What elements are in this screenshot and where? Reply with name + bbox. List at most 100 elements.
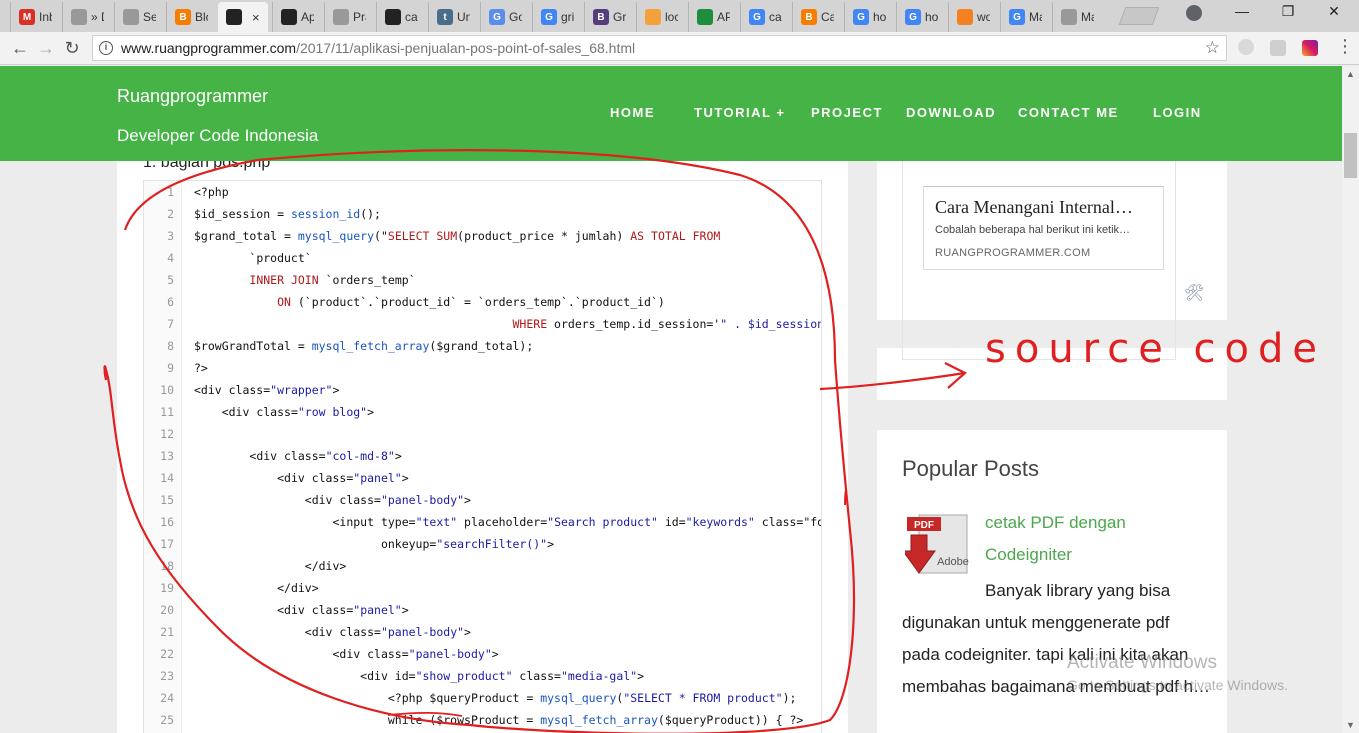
nav-download[interactable]: DOWNLOAD	[906, 105, 996, 120]
code-text: WHERE orders_temp.id_session='" . $id_se…	[512, 317, 822, 331]
tab-title: cal	[405, 10, 418, 24]
scroll-thumb[interactable]	[1344, 133, 1357, 178]
tab-title: ho	[873, 10, 886, 24]
tab-favicon-icon	[957, 9, 973, 25]
popular-post-link-line-2[interactable]: Codeigniter	[985, 545, 1072, 565]
browser-menu-icon[interactable]: ⋮	[1336, 36, 1354, 57]
reload-icon[interactable]: ↻	[60, 36, 84, 60]
extension-icon-1[interactable]	[1238, 39, 1254, 55]
browser-tab[interactable]: » D	[62, 2, 104, 32]
tab-title: Ma	[1081, 10, 1094, 24]
address-bar[interactable]: i www.ruangprogrammer.com/2017/11/aplika…	[92, 35, 1227, 61]
popular-post-link-line-1[interactable]: cetak PDF dengan	[985, 513, 1126, 533]
code-text: <div class="panel">	[277, 603, 409, 617]
site-header: Ruangprogrammer Developer Code Indonesia…	[0, 66, 1342, 161]
code-text: onkeyup="searchFilter()">	[380, 537, 555, 551]
profile-icon[interactable]	[1186, 5, 1202, 21]
nav-home[interactable]: HOME	[610, 105, 655, 120]
nav-project[interactable]: PROJECT	[811, 105, 883, 120]
browser-tab[interactable]: Gcai	[740, 2, 782, 32]
browser-tab[interactable]: Gho	[896, 2, 938, 32]
tab-favicon-icon: B	[593, 9, 609, 25]
site-tagline: Developer Code Indonesia	[117, 126, 319, 145]
line-number: 8	[167, 339, 174, 353]
new-tab-button[interactable]	[1118, 7, 1160, 25]
forward-icon[interactable]: →	[34, 36, 58, 60]
ad-title[interactable]: Cara Menangani Internal…	[935, 197, 1133, 218]
url-path: /2017/11/aplikasi-penjualan-pos-point-of…	[296, 40, 636, 56]
code-line: 2 $id_session = session_id();	[144, 203, 821, 225]
tab-favicon-icon	[385, 9, 401, 25]
code-line: 24 <?php $queryProduct = mysql_query("SE…	[144, 687, 821, 709]
code-text: <div class="panel-body">	[332, 647, 499, 661]
line-number: 20	[160, 603, 174, 617]
code-line: 23 <div id="show_product" class="media-g…	[144, 665, 821, 687]
code-text: <div class="col-md-8">	[249, 449, 402, 463]
close-window-button[interactable]: ✕	[1314, 3, 1354, 23]
browser-tab[interactable]: Ggri	[532, 2, 574, 32]
line-number: 22	[160, 647, 174, 661]
line-number: 18	[160, 559, 174, 573]
code-text: ON (`product`.`product_id` = `orders_tem…	[277, 295, 665, 309]
browser-tab[interactable]: Ma	[1052, 2, 1094, 32]
browser-toolbar: ← → ↻ i www.ruangprogrammer.com/2017/11/…	[0, 32, 1359, 65]
code-line: 19 </div>	[144, 577, 821, 599]
code-line: 21 <div class="panel-body">	[144, 621, 821, 643]
browser-tab[interactable]: Ap	[272, 2, 314, 32]
code-text: <div class="panel-body">	[304, 493, 471, 507]
tab-title: loc	[665, 10, 678, 24]
nav-tutorial[interactable]: TUTORIAL +	[694, 105, 785, 120]
browser-tab[interactable]: loc	[636, 2, 678, 32]
scroll-down-arrow-icon[interactable]: ▼	[1342, 717, 1359, 733]
minimize-button[interactable]: —	[1222, 3, 1262, 23]
browser-tab[interactable]: G Ma	[1000, 2, 1042, 32]
browser-tab[interactable]: t Un	[428, 2, 470, 32]
back-icon[interactable]: ←	[8, 36, 32, 60]
site-title[interactable]: Ruangprogrammer	[117, 86, 268, 107]
code-text: ?>	[194, 361, 208, 375]
browser-tab[interactable]: B Blc	[166, 2, 208, 32]
browser-tab[interactable]: Gho	[844, 2, 886, 32]
code-line: 22 <div class="panel-body">	[144, 643, 821, 665]
browser-tab[interactable]: AP	[688, 2, 730, 32]
line-number: 21	[160, 625, 174, 639]
browser-tab[interactable]: wo	[948, 2, 990, 32]
browser-tab[interactable]: B Ca	[792, 2, 834, 32]
browser-tab[interactable]: cal	[376, 2, 418, 32]
tab-title: Un	[457, 10, 470, 24]
tab-title: Blc	[195, 10, 208, 24]
ad-tools-icon[interactable]: 🛠	[1184, 283, 1204, 303]
tab-title: cai	[769, 10, 782, 24]
code-text: $grand_total = mysql_query("SELECT SUM(p…	[194, 229, 721, 243]
popular-post-excerpt-line-1: Banyak library yang bisa	[985, 581, 1171, 600]
tab-favicon-icon: G	[541, 9, 557, 25]
browser-tab[interactable]: ×	[218, 2, 268, 32]
tab-title: AP	[717, 10, 730, 24]
browser-tab[interactable]: M Inb	[10, 2, 52, 32]
bookmark-star-icon[interactable]: ☆	[1205, 38, 1220, 58]
browser-tab[interactable]: B Gri	[584, 2, 626, 32]
code-text: <input type="text" placeholder="Search p…	[332, 515, 821, 529]
code-line: 14 <div class="panel">	[144, 467, 821, 489]
maximize-button[interactable]: ❐	[1268, 3, 1308, 23]
browser-tab[interactable]: G Go	[480, 2, 522, 32]
browser-tab[interactable]: Se	[114, 2, 156, 32]
line-number: 15	[160, 493, 174, 507]
code-line: 11 <div class="row blog">	[144, 401, 821, 423]
tab-close-icon[interactable]: ×	[252, 10, 260, 25]
tab-favicon-icon: M	[19, 9, 35, 25]
extension-icon-2[interactable]	[1270, 40, 1286, 56]
code-block[interactable]: 1 <?php 2 $id_session = session_id(); 3 $gran…	[143, 180, 822, 733]
line-number: 14	[160, 471, 174, 485]
scroll-up-arrow-icon[interactable]: ▲	[1342, 66, 1359, 82]
instagram-icon[interactable]	[1302, 40, 1318, 56]
url-text[interactable]: www.ruangprogrammer.com/2017/11/aplikasi…	[121, 40, 635, 56]
nav-contact-me[interactable]: CONTACT ME	[1018, 105, 1119, 120]
browser-tab[interactable]: Pra	[324, 2, 366, 32]
line-number: 25	[160, 713, 174, 727]
site-info-icon[interactable]: i	[99, 41, 113, 55]
nav-login[interactable]: LOGIN	[1153, 105, 1202, 120]
activation-watermark-subtitle: Go to Settings to activate Windows.	[1067, 677, 1288, 693]
page-scrollbar[interactable]: ▲ ▼	[1342, 66, 1359, 733]
tab-title: wo	[977, 10, 990, 24]
